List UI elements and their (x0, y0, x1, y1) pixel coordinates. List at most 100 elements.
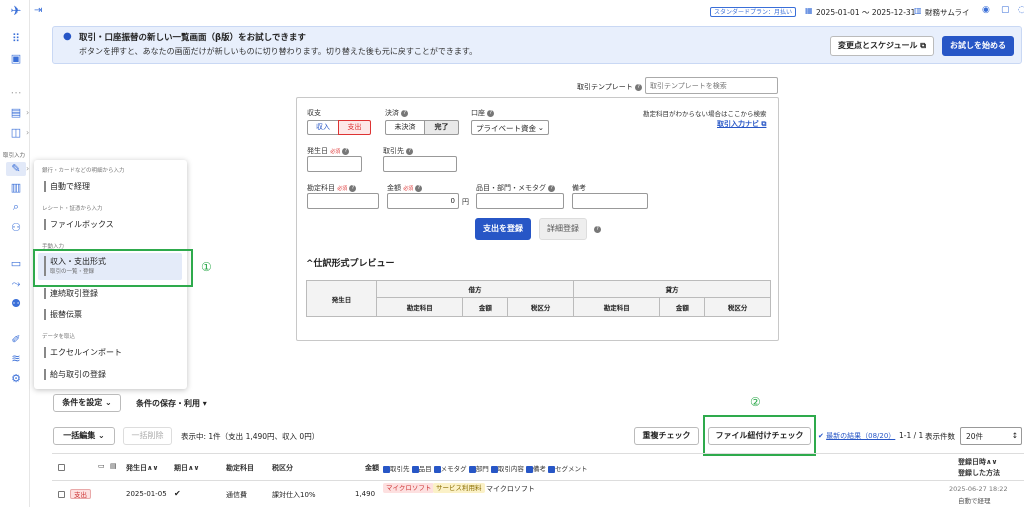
user-settings-icon[interactable]: ⚉ (9, 297, 23, 311)
menu-item-furikae[interactable]: 振替伝票 (44, 309, 82, 320)
bulk-edit-button[interactable]: 一括編集 ⌄ (53, 427, 115, 445)
template-label: 取引テンプレート ? (577, 82, 643, 92)
per-page-label: 表示件数 (925, 432, 955, 441)
database-icon[interactable]: ≋ (9, 352, 23, 366)
item-tag: サービス利用料 (433, 483, 485, 493)
table-row[interactable]: 支出 2025-01-05 ✔ 通信費 課対仕入10% 1,490 マイクロソフ… (52, 483, 1024, 507)
amount-input[interactable]: 0 (387, 193, 459, 209)
navi-link[interactable]: 取引入力ナビ ⧉ (717, 119, 766, 129)
help-icon: ? (487, 109, 495, 117)
yen-unit: 円 (462, 198, 469, 206)
account-select[interactable]: プライベート資金 ⌄ (471, 120, 549, 135)
table-header: ▭ ▤ 発生日∧∨ 期日∧∨ 勘定科目 税区分 金額 取引先 品目 メモタグ 部… (52, 453, 1024, 481)
preview-col: 勘定科目 (572, 296, 661, 318)
banner-text: ボタンを押すと、あなたの画面だけが新しいものに切り替わります。切り替えた後も元に… (79, 47, 478, 56)
partner-input[interactable] (383, 156, 457, 172)
chevron-up-icon: ^ (306, 259, 314, 269)
tax-header: 税区分 (272, 464, 293, 472)
method-header: 登録した方法 (958, 469, 1000, 477)
preview-credit-header: 貸方 (572, 280, 772, 298)
account-label: 口座 ? (471, 108, 495, 118)
preview-table: 発生日 借方 貸方 勘定科目 金額 税区分 勘定科目 金額 税区分 (306, 280, 772, 318)
annotation-two: ② (750, 395, 761, 409)
file-link-check-button[interactable]: ファイル紐付けチェック (708, 427, 811, 445)
beta-banner: ● 取引・口座振替の新しい一覧画面（β版）をお試しできます ボタンを押すと、あな… (52, 26, 1022, 64)
row-tax: 課対仕入10% (272, 491, 316, 499)
rail-section-label: 取引入力 (3, 153, 26, 159)
subject-label: 勘定科目 必須 ? (307, 183, 357, 193)
template-search-input[interactable] (645, 77, 778, 94)
check-icon: ✔ (174, 489, 181, 498)
lightbulb-icon: ● (63, 31, 72, 42)
schedule-button[interactable]: 変更点とスケジュール ⧉ (830, 36, 934, 56)
due-header[interactable]: 期日∧∨ (174, 463, 199, 473)
column-toggles[interactable]: 取引先 品目 メモタグ 部門 取引内容 備考 セグメント (383, 463, 587, 473)
logo-icon[interactable]: ✈ (9, 5, 23, 19)
building-icon: ▥ (914, 6, 922, 15)
entry-form-panel: 収支 収入 支出 決済 ? 未決済 完了 口座 ? プライベート資金 ⌄ 勘定科目… (296, 97, 779, 341)
menu-item-filebox[interactable]: ファイルボックス (44, 219, 114, 230)
dashboard-icon[interactable]: ▣ (9, 52, 23, 66)
select-all-checkbox[interactable] (58, 463, 65, 471)
help-icon: ? (342, 147, 350, 155)
bulk-delete-button[interactable]: 一括削除 (123, 427, 172, 445)
row-amount: 1,490 (355, 490, 376, 498)
pager-text: 1-1 / 1 (899, 431, 924, 440)
registered-header[interactable]: 登録日時∧∨ (958, 457, 997, 467)
collapse-menu-icon[interactable]: ⇥ (34, 5, 42, 16)
unsettled-toggle[interactable]: 未決済 (385, 120, 425, 135)
annotation-one: ① (201, 260, 212, 274)
menu-item-auto[interactable]: 自動で経理 (44, 181, 90, 192)
highlight-box-1 (33, 249, 193, 287)
edit-icon[interactable]: ✐ (9, 333, 23, 347)
plan-badge[interactable]: スタンダードプラン：月払い (710, 7, 797, 17)
detail-register-button[interactable]: 詳細登録 (539, 218, 587, 240)
company-name[interactable]: 財務サムライ (925, 7, 969, 18)
menu-section: レシート・証憑から入力 (42, 206, 103, 212)
note-label: 備考 (572, 184, 586, 192)
file-icon: ▤ (110, 462, 117, 470)
condition-button[interactable]: 条件を設定 ⌄ (53, 394, 121, 412)
preview-title[interactable]: ^仕訳形式プレビュー (306, 256, 395, 269)
gear-icon[interactable]: ⚙ (9, 372, 23, 386)
people-icon[interactable]: ⚇ (9, 221, 23, 235)
save-condition-dropdown[interactable]: 条件の保存・利用 ▾ (136, 398, 207, 409)
check-circle-icon: ✔ (818, 432, 824, 440)
expense-toggle[interactable]: 支出 (338, 120, 371, 135)
settle-label: 決済 ? (385, 108, 409, 118)
expense-badge: 支出 (70, 489, 91, 499)
per-page-select[interactable]: 20件 ↕ (960, 427, 1022, 445)
duplicate-check-button[interactable]: 重複チェック (634, 427, 699, 445)
help-icon: ? (594, 225, 601, 235)
card-icon[interactable]: ▭ (9, 257, 23, 271)
fiscal-period[interactable]: 2025-01-01 〜 2025-12-31 (816, 7, 915, 18)
ledger-icon[interactable]: ◫ (9, 126, 23, 140)
row-content: マイクロソフト (486, 485, 535, 493)
book-icon[interactable]: ▥ (9, 181, 23, 195)
help-icon: ? (635, 83, 643, 91)
note-input[interactable] (572, 193, 648, 209)
date-header[interactable]: 発生日∧∨ (126, 463, 158, 473)
flow-icon[interactable]: ⤳ (9, 277, 23, 291)
grid-icon[interactable]: ⠿ (9, 32, 23, 46)
menu-item-kyuyo[interactable]: 給与取引の登録 (44, 369, 106, 380)
document-icon[interactable]: ▤ (9, 106, 23, 120)
preview-col: 税区分 (704, 296, 771, 318)
user-icon[interactable]: ◉ (982, 5, 990, 15)
search-icon[interactable]: ⌕ (9, 200, 23, 214)
chat-icon[interactable]: ▢ (1001, 5, 1010, 15)
preview-col: 税区分 (507, 296, 574, 318)
help-icon[interactable]: ◌ (1018, 5, 1024, 15)
menu-item-excel[interactable]: エクセルインポート (44, 347, 122, 358)
subject-input[interactable] (307, 193, 379, 209)
date-input[interactable] (307, 156, 362, 172)
pen-icon[interactable]: ✎ (6, 162, 26, 176)
latest-result-link[interactable]: ✔ 最新の結果（08/20） (818, 431, 895, 441)
item-input[interactable] (476, 193, 564, 209)
income-toggle[interactable]: 収入 (307, 120, 339, 135)
register-expense-button[interactable]: 支出を登録 (475, 218, 531, 240)
settled-toggle[interactable]: 完了 (424, 120, 459, 135)
menu-item-renzoku[interactable]: 連続取引登録 (44, 288, 98, 299)
row-checkbox[interactable] (58, 490, 65, 500)
try-beta-button[interactable]: お試しを始める (942, 36, 1014, 56)
